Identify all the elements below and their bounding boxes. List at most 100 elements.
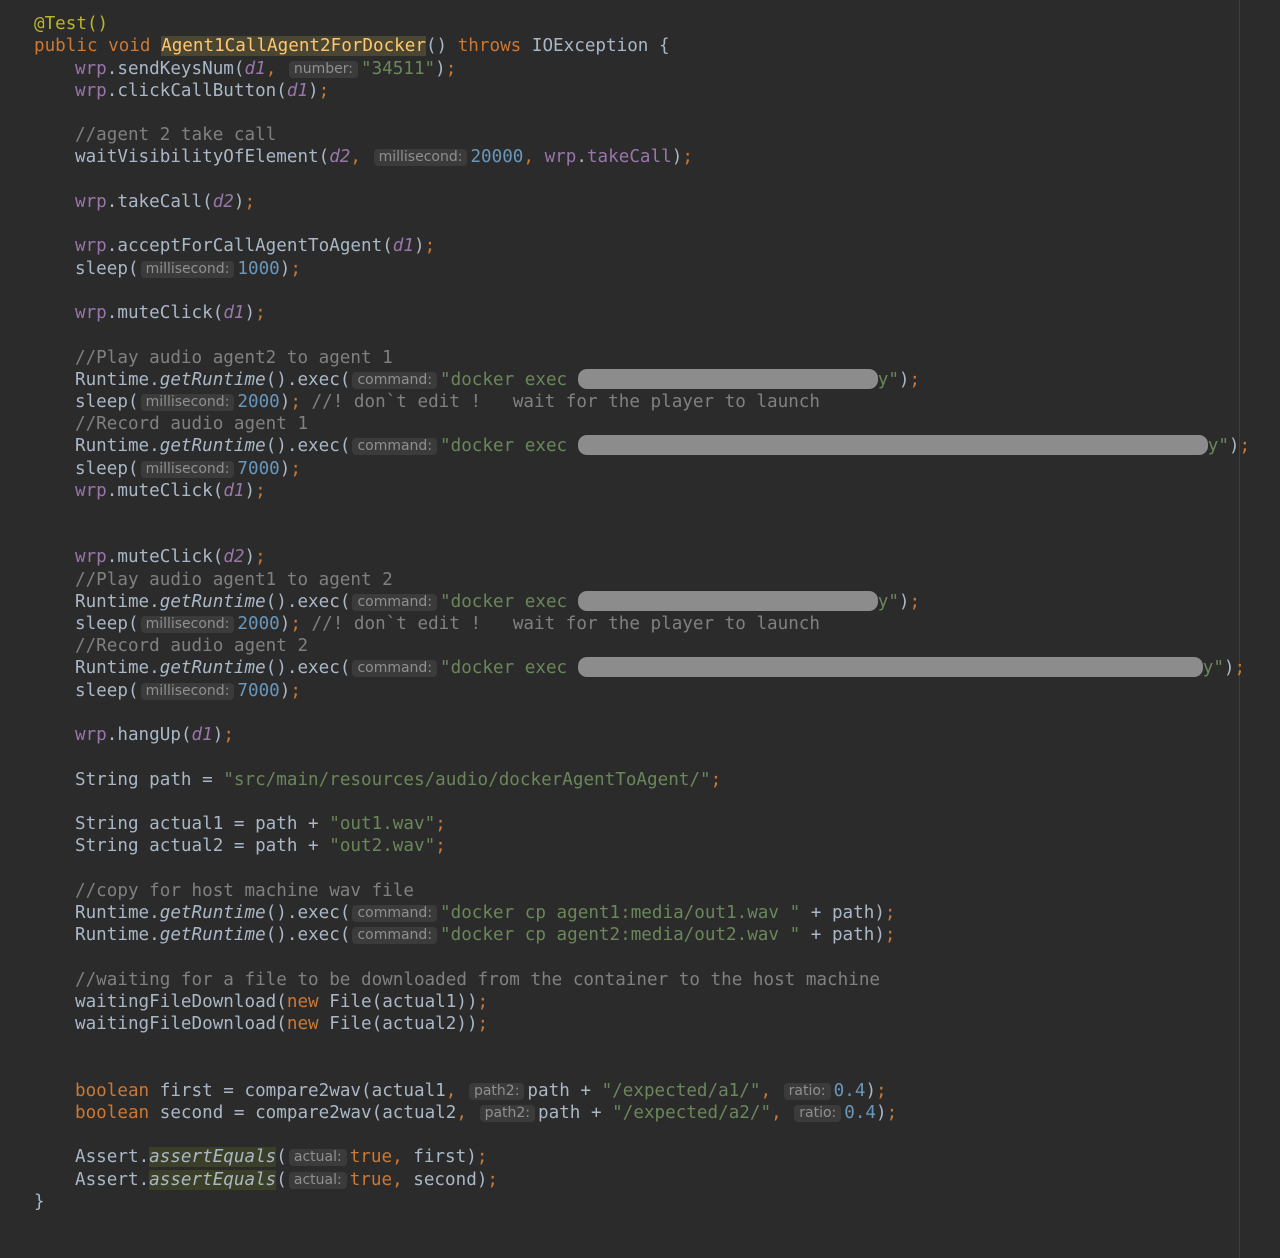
parameter-hint: millisecond: (140, 616, 235, 633)
punctuation: , (445, 1080, 467, 1101)
punctuation: , (350, 147, 372, 168)
code-line: Assert.assertEquals(actual: true, second)… (34, 1169, 498, 1191)
operator: = (223, 1102, 256, 1123)
static-method: getRuntime (159, 902, 266, 923)
method-name[interactable]: Agent1CallAgent2ForDocker (161, 36, 426, 56)
string-literal: "docker exec (440, 436, 578, 457)
punctuation: ( (233, 58, 245, 79)
punctuation: ; (477, 1013, 489, 1034)
code-line: public void Agent1CallAgent2ForDocker() … (34, 35, 670, 57)
parameter-hint: command: (352, 593, 438, 611)
punctuation: ) (244, 547, 256, 568)
punctuation: ; (290, 458, 301, 479)
string-literal: "34511" (361, 58, 436, 79)
code-line: waitVisibilityOfElement(d2, millisecond:… (34, 146, 693, 168)
punctuation: ; (424, 236, 436, 257)
punctuation: ; (290, 680, 301, 701)
number-literal: 7000 (237, 680, 280, 701)
punctuation: ) (671, 147, 683, 168)
punctuation: ( (276, 80, 287, 101)
parameter: d2 (223, 547, 245, 568)
code-line: wrp.sendKeysNum(d1, number: "34511"); (34, 58, 456, 80)
punctuation: ( (212, 480, 224, 501)
code-line: Runtime.getRuntime().exec(command: "docke… (34, 924, 896, 946)
punctuation: ( (202, 191, 213, 212)
code-line: wrp.muteClick(d1); (34, 302, 266, 324)
keyword: void (108, 36, 151, 56)
punctuation: ; (886, 1102, 898, 1123)
punctuation: () (425, 36, 448, 56)
method-call: hangUp (117, 725, 181, 745)
punctuation: ; (476, 1147, 488, 1168)
field: wrp (75, 236, 107, 257)
class-name: Runtime (75, 658, 150, 679)
punctuation: ( (276, 1013, 287, 1034)
parameter: d1 (392, 236, 414, 257)
number-literal: 20000 (470, 147, 524, 168)
code-line: wrp.hangUp(d1); (34, 724, 234, 746)
field: wrp (75, 191, 107, 212)
method-call: sleep (75, 391, 128, 412)
punctuation: , (265, 58, 287, 79)
method-call: ().exec( (265, 658, 351, 679)
punctuation: ; (255, 547, 266, 568)
variable: path (149, 769, 192, 790)
punctuation: ) (308, 80, 319, 101)
comment: //agent 2 take call (75, 125, 277, 146)
punctuation: ( (361, 1080, 372, 1101)
punctuation: ; (710, 769, 722, 790)
string-literal: "docker cp agent1:media/out1.wav " (440, 902, 801, 923)
method-call: compare2wav (244, 1080, 362, 1101)
punctuation: ) (413, 236, 425, 257)
code-line: @Test() (34, 13, 108, 35)
punctuation: ) (456, 991, 467, 1012)
code-line: sleep(millisecond: 2000); //! don`t edit … (34, 613, 820, 635)
variable: path (527, 1080, 570, 1101)
variable: path (538, 1102, 581, 1123)
code-line: //Play audio agent2 to agent 1 (34, 347, 393, 369)
string-literal: "docker exec (440, 658, 578, 679)
punctuation: ; (487, 1169, 498, 1190)
punctuation: , (392, 1147, 414, 1168)
punctuation: ) (212, 725, 224, 745)
punctuation: ) (1228, 436, 1240, 457)
punctuation: ; (909, 369, 921, 390)
operator: + (569, 1080, 602, 1101)
class-name: File (329, 991, 372, 1012)
brace: { (659, 36, 670, 56)
method-call: ().exec( (265, 436, 351, 457)
punctuation: ; (290, 614, 301, 634)
punctuation: ) (476, 1169, 488, 1190)
code-line: wrp.muteClick(d2); (34, 546, 266, 568)
parameter-hint: millisecond: (140, 460, 235, 478)
punctuation: . (149, 925, 160, 945)
punctuation: ; (1239, 436, 1251, 457)
keyword: true (349, 1169, 393, 1190)
punctuation: ; (445, 58, 457, 79)
punctuation: ; (884, 925, 896, 945)
parameter: d1 (286, 80, 309, 101)
field: wrp (75, 480, 107, 501)
code-editor[interactable]: @Test() public void Agent1CallAgent2ForD… (0, 0, 1280, 1258)
punctuation: . (106, 58, 118, 79)
punctuation: , (392, 1169, 414, 1190)
code-line: wrp.takeCall(d2); (34, 191, 255, 213)
operator: = (223, 836, 256, 857)
punctuation: ) (466, 1013, 478, 1034)
method-call: acceptForCallAgentToAgent (117, 236, 383, 257)
static-method: assertEquals (149, 1169, 277, 1190)
field: wrp (75, 725, 107, 745)
punctuation: ( (127, 680, 139, 701)
operator: + (800, 925, 832, 945)
punctuation: ) (279, 680, 291, 701)
parameter-hint: command: (352, 927, 438, 944)
field: takeCall (586, 147, 672, 168)
punctuation: ) (874, 902, 885, 923)
code-line: //agent 2 take call (34, 124, 276, 146)
punctuation: ) (279, 258, 291, 279)
class-name: Runtime (75, 369, 150, 390)
punctuation: ) (279, 614, 291, 634)
class-name: Runtime (75, 925, 150, 945)
punctuation: ) (1223, 658, 1235, 679)
code-line: Runtime.getRuntime().exec(command: "docke… (34, 902, 896, 924)
